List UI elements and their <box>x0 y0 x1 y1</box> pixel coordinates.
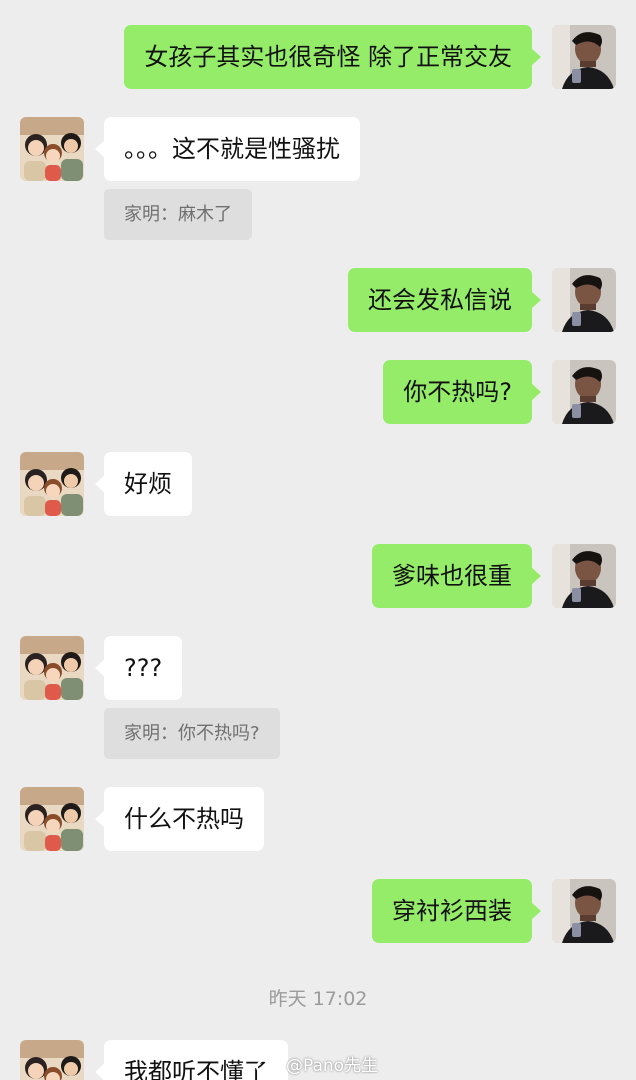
cartoon-family-avatar-icon[interactable] <box>20 636 84 700</box>
weibo-logo-icon <box>256 1053 282 1075</box>
message-bubble-outgoing[interactable]: 女孩子其实也很奇怪 除了正常交友 <box>124 25 541 89</box>
cartoon-family-avatar-icon[interactable] <box>20 787 84 851</box>
man-selfie-avatar-icon[interactable] <box>552 25 616 89</box>
message-row: 你不热吗? <box>0 360 636 424</box>
man-selfie-avatar-icon[interactable] <box>552 544 616 608</box>
message-bubble-outgoing[interactable]: 还会发私信说 <box>348 268 541 332</box>
message-bubble-incoming[interactable]: 。。。这不就是性骚扰 <box>95 117 360 181</box>
chat-screen: { "messages": [ {"side": "out", "text": … <box>0 0 636 1080</box>
man-selfie-avatar-icon[interactable] <box>552 879 616 943</box>
man-selfie-avatar-icon[interactable] <box>552 360 616 424</box>
message-bubble-incoming[interactable]: 什么不热吗 <box>95 787 264 851</box>
message-row: 穿衬衫西装 <box>0 879 636 943</box>
message-timestamp: 昨天 17:02 <box>268 988 368 1010</box>
watermark: @Pano先生 <box>256 1051 378 1076</box>
message-row: 女孩子其实也很奇怪 除了正常交友 <box>0 25 636 89</box>
watermark-text: @Pano先生 <box>286 1056 379 1076</box>
quoted-message[interactable]: 家明：你不热吗? <box>104 708 280 759</box>
message-row: 什么不热吗 <box>0 787 636 851</box>
message-row: 。。。这不就是性骚扰 家明：麻木了 <box>0 117 636 241</box>
message-bubble-incoming[interactable]: 好烦 <box>95 452 192 516</box>
message-row: 好烦 <box>0 452 636 516</box>
message-row: ??? 家明：你不热吗? <box>0 636 636 760</box>
quoted-message[interactable]: 家明：麻木了 <box>104 189 252 240</box>
message-bubble-outgoing[interactable]: 爹味也很重 <box>372 544 541 608</box>
cartoon-family-avatar-icon[interactable] <box>20 1040 84 1080</box>
message-row: 还会发私信说 <box>0 268 636 332</box>
message-bubble-outgoing[interactable]: 你不热吗? <box>383 360 541 424</box>
cartoon-family-avatar-icon[interactable] <box>20 452 84 516</box>
message-bubble-outgoing[interactable]: 穿衬衫西装 <box>372 879 541 943</box>
cartoon-family-avatar-icon[interactable] <box>20 117 84 181</box>
message-bubble-incoming[interactable]: ??? <box>94 636 183 700</box>
message-row: 爹味也很重 <box>0 544 636 608</box>
man-selfie-avatar-icon[interactable] <box>552 268 616 332</box>
